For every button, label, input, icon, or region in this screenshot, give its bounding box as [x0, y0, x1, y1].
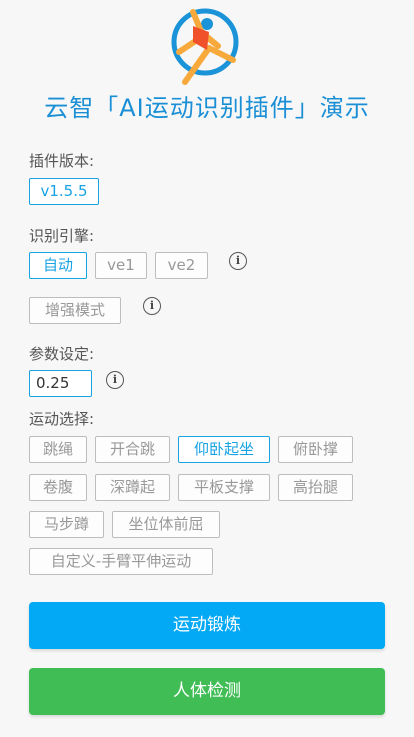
sport-option-sit-ups[interactable]: 仰卧起坐 — [178, 436, 270, 463]
sport-option-sit-and-reach[interactable]: 坐位体前屈 — [112, 511, 220, 538]
plugin-version-badge: v1.5.5 — [29, 178, 99, 205]
sport-option-horse-stance[interactable]: 马步蹲 — [29, 511, 104, 538]
sport-figure-logo — [171, 8, 239, 85]
sports-label: 运动选择: — [29, 410, 95, 428]
enhance-mode-toggle[interactable]: 增强模式 — [29, 297, 121, 324]
info-icon[interactable]: i — [106, 371, 124, 389]
plugin-version-label: 插件版本: — [29, 152, 95, 170]
engine-option-ve1[interactable]: ve1 — [95, 252, 147, 279]
sport-option-rope-skipping[interactable]: 跳绳 — [29, 436, 87, 463]
page-title: 云智「AI运动识别插件」演示 — [44, 94, 370, 122]
param-input[interactable]: 0.25 — [29, 370, 92, 397]
sport-option-squats[interactable]: 深蹲起 — [95, 474, 170, 501]
info-icon[interactable]: i — [143, 297, 161, 315]
params-label: 参数设定: — [29, 345, 95, 363]
sport-option-custom-arm-raise[interactable]: 自定义-手臂平伸运动 — [29, 548, 213, 575]
exercise-button[interactable]: 运动锻炼 — [29, 602, 385, 649]
sport-option-jumping-jacks[interactable]: 开合跳 — [95, 436, 170, 463]
info-icon[interactable]: i — [229, 252, 247, 270]
engine-option-auto[interactable]: 自动 — [29, 252, 87, 279]
sport-option-crunches[interactable]: 卷腹 — [29, 474, 87, 501]
engine-label: 识别引擎: — [29, 227, 95, 245]
sport-option-plank[interactable]: 平板支撑 — [178, 474, 270, 501]
sport-option-push-ups[interactable]: 俯卧撑 — [278, 436, 353, 463]
engine-option-ve2[interactable]: ve2 — [155, 252, 208, 279]
sport-option-high-knees[interactable]: 高抬腿 — [278, 474, 353, 501]
body-detect-button[interactable]: 人体检测 — [29, 668, 385, 715]
